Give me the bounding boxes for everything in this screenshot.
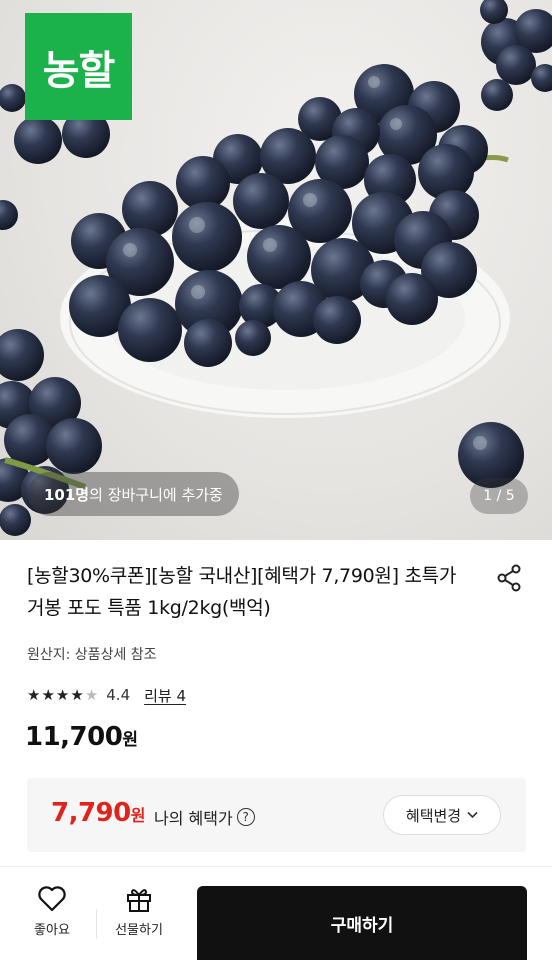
change-benefit-label: 혜택변경	[405, 806, 462, 825]
bar-separator	[96, 909, 97, 939]
product-image-carousel[interactable]: 농할 101명 의 장바구니에 추가중 1 / 5	[0, 0, 552, 540]
like-button[interactable]: 좋아요	[17, 885, 87, 955]
gift-label: 선물하기	[115, 923, 163, 938]
star-rating: ★ ★ ★ ★ ★	[27, 685, 99, 704]
star-icon: ★	[41, 685, 55, 704]
brand-logo: 농할	[25, 13, 132, 120]
bottom-action-bar: 좋아요 선물하기 구매하기	[0, 867, 552, 960]
star-icon: ★	[27, 685, 41, 704]
like-label: 좋아요	[34, 923, 70, 938]
cart-activity-text: 의 장바구니에 추가중	[89, 485, 223, 504]
image-pager[interactable]: 1 / 5	[470, 478, 528, 514]
price-value: 11,700	[25, 722, 123, 752]
chevron-down-icon	[467, 811, 478, 819]
heart-icon	[38, 886, 66, 912]
change-benefit-button[interactable]: 혜택변경	[383, 795, 501, 835]
share-icon	[497, 564, 521, 592]
benefit-price-value: 7,790	[51, 798, 131, 828]
share-button[interactable]	[494, 563, 524, 593]
star-icon: ★	[55, 685, 70, 704]
rating-row: ★ ★ ★ ★ ★ 4.4 리뷰 4	[27, 683, 186, 707]
star-half-icon: ★	[84, 685, 99, 704]
cart-count: 101명	[44, 485, 90, 504]
review-link[interactable]: 리뷰 4	[144, 685, 186, 706]
origin-info: 원산지: 상품상세 참조	[27, 647, 157, 663]
benefit-label: 나의 혜택가	[154, 809, 233, 828]
benefit-label-row: 나의 혜택가 ?	[154, 805, 255, 829]
star-icon: ★	[70, 685, 84, 704]
cart-activity-badge: 101명 의 장바구니에 추가중	[28, 472, 239, 516]
price-unit: 원	[122, 730, 138, 750]
product-title: [농할30%쿠폰][농할 국내산][혜택가 7,790원] 초특가 거봉 포도 …	[27, 565, 456, 619]
buy-button[interactable]: 구매하기	[197, 886, 527, 960]
benefit-box: 7,790원 나의 혜택가 ? 혜택변경	[27, 778, 526, 852]
gift-icon	[127, 889, 151, 912]
benefit-price: 7,790원	[51, 798, 145, 828]
product-price: 11,700원	[25, 722, 138, 752]
help-icon[interactable]: ?	[236, 808, 255, 826]
gift-button[interactable]: 선물하기	[104, 885, 174, 955]
benefit-price-unit: 원	[130, 806, 146, 825]
rating-value: 4.4	[106, 686, 131, 704]
